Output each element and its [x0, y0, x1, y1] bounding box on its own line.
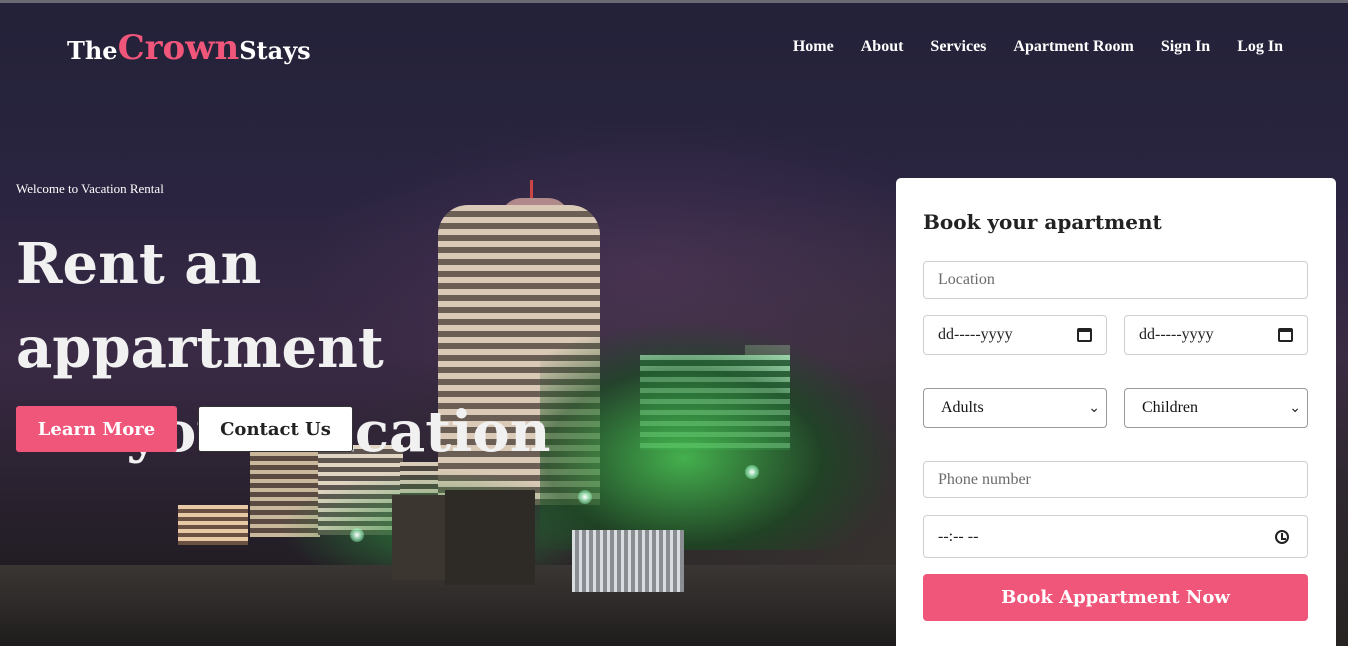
- checkin-date-input[interactable]: dd-----yyyy: [923, 315, 1107, 355]
- learn-more-button[interactable]: Learn More: [16, 406, 177, 452]
- location-input[interactable]: Location: [923, 261, 1308, 299]
- phone-input[interactable]: Phone number: [923, 461, 1308, 498]
- street-light: [578, 490, 592, 504]
- nav-services[interactable]: Services: [930, 38, 986, 56]
- book-apartment-button[interactable]: Book Appartment Now: [923, 574, 1308, 621]
- nav-apartment-room[interactable]: Apartment Room: [1013, 38, 1133, 56]
- time-value: --:-- --: [938, 527, 979, 545]
- chevron-down-icon: ⌄: [1289, 400, 1301, 416]
- time-input[interactable]: --:-- --: [923, 515, 1308, 558]
- location-placeholder: Location: [938, 271, 995, 288]
- contact-us-button[interactable]: Contact Us: [198, 406, 353, 452]
- brand-prefix: The: [67, 36, 118, 65]
- calendar-icon[interactable]: [1077, 328, 1092, 342]
- chevron-down-icon: ⌄: [1088, 400, 1100, 416]
- stacked-beach-chairs: [572, 530, 684, 592]
- top-border: [0, 0, 1348, 3]
- checkout-date-input[interactable]: dd-----yyyy: [1124, 315, 1308, 355]
- main-nav: Home About Services Apartment Room Sign …: [793, 38, 1283, 56]
- beach-cabana: [445, 490, 535, 585]
- children-selected-value: Children: [1142, 399, 1198, 416]
- headline-line-1: Rent an appartment: [16, 231, 384, 381]
- nav-home[interactable]: Home: [793, 38, 834, 56]
- booking-card: Book your apartment Location dd-----yyyy…: [896, 178, 1336, 646]
- brand-main: Crown: [117, 28, 240, 68]
- nav-sign-in[interactable]: Sign In: [1161, 38, 1210, 56]
- nav-about[interactable]: About: [861, 38, 904, 56]
- children-select[interactable]: Children ⌄: [1124, 388, 1308, 428]
- adults-selected-value: Adults: [941, 399, 984, 416]
- street-light: [350, 528, 364, 542]
- booking-title: Book your apartment: [923, 210, 1162, 234]
- phone-placeholder: Phone number: [938, 470, 1031, 488]
- nav-log-in[interactable]: Log In: [1237, 38, 1283, 56]
- brand-logo[interactable]: TheCrownStays: [67, 28, 311, 68]
- building: [178, 505, 248, 545]
- street-light: [745, 465, 759, 479]
- checkout-date-value: dd-----yyyy: [1139, 326, 1214, 343]
- welcome-text: Welcome to Vacation Rental: [16, 181, 164, 196]
- clock-icon[interactable]: [1275, 529, 1289, 544]
- brand-suffix: Stays: [239, 36, 311, 65]
- checkin-date-value: dd-----yyyy: [938, 326, 1013, 343]
- calendar-icon[interactable]: [1278, 328, 1293, 342]
- adults-select[interactable]: Adults ⌄: [923, 388, 1107, 428]
